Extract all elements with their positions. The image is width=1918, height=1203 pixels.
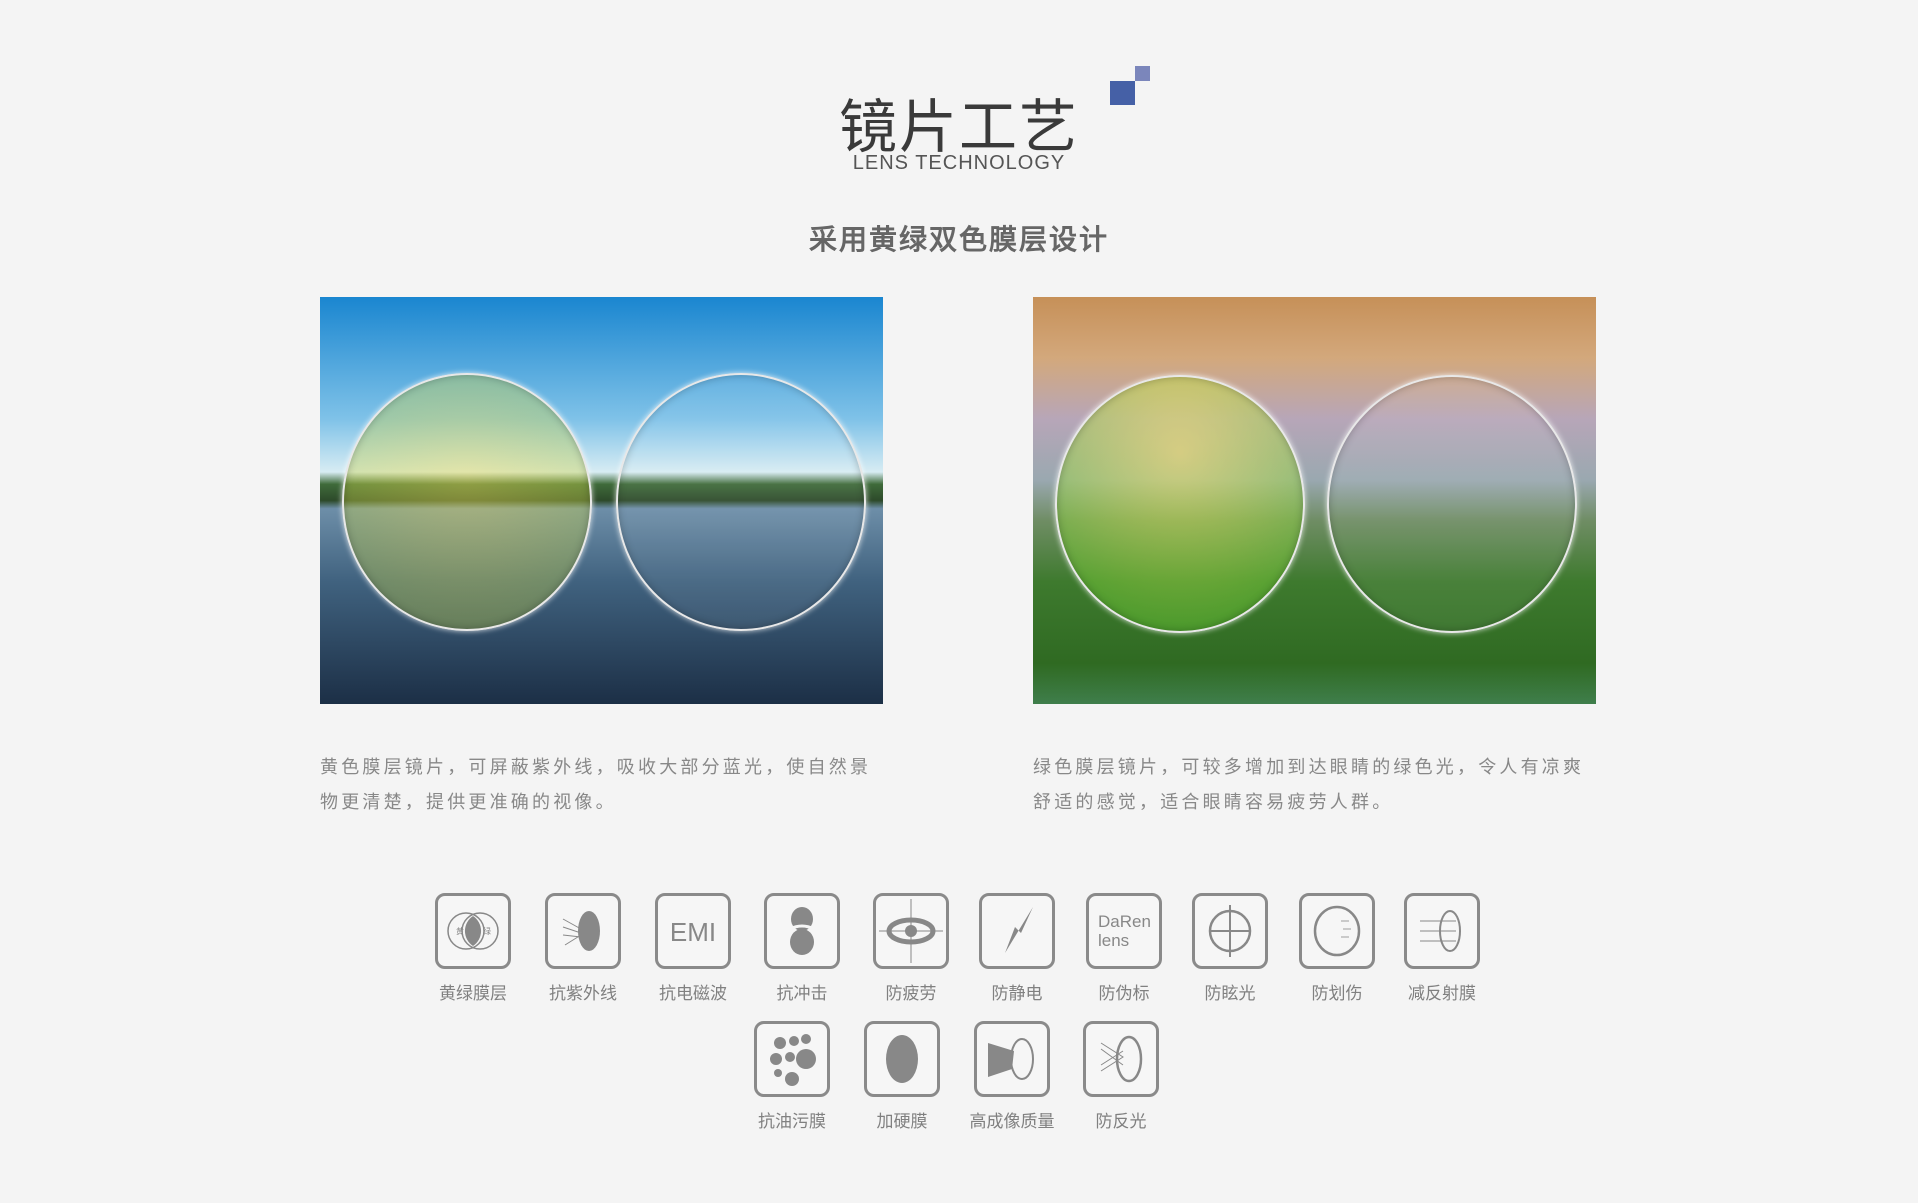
feature-label: 加硬膜 <box>876 1112 928 1132</box>
feature-label: 抗冲击 <box>776 984 828 1004</box>
svg-text:黄: 黄 <box>456 926 464 936</box>
feature-item: 防疲劳 <box>856 893 966 1004</box>
crosshair-icon <box>1192 893 1268 969</box>
svg-text:绿: 绿 <box>483 927 491 936</box>
feature-item: 黄绿黄绿膜层 <box>418 893 528 1004</box>
section-heading: 采用黄绿双色膜层设计 <box>808 223 1109 256</box>
green-lens-circle <box>1055 375 1305 633</box>
feature-item: 抗油污膜 <box>737 1021 847 1132</box>
yellow-lens-caption: 黄色膜层镜片，可屏蔽紫外线，吸收大部分蓝光，使自然景物更清楚，提供更准确的视像。 <box>320 757 872 813</box>
feature-item: 加硬膜 <box>847 1021 957 1132</box>
feature-item: 减反射膜 <box>1387 893 1497 1004</box>
imaging-icon <box>974 1021 1050 1097</box>
green-lens-caption: 绿色膜层镜片，可较多增加到达眼睛的绿色光，令人有凉爽舒适的感觉，适合眼睛容易疲劳… <box>1033 757 1585 813</box>
accent-square <box>1110 81 1135 105</box>
accent-square-small <box>1135 66 1150 81</box>
feature-item: 防划伤 <box>1282 893 1392 1004</box>
clear-lens-circle <box>1327 375 1577 633</box>
eye-icon <box>873 893 949 969</box>
feature-label: 防疲劳 <box>885 984 937 1004</box>
anti-reflection-icon <box>1404 893 1480 969</box>
feature-label: 防伪标 <box>1098 984 1150 1004</box>
feature-item: 抗冲击 <box>747 893 857 1004</box>
feature-item: 抗紫外线 <box>528 893 638 1004</box>
feature-label: 防眩光 <box>1204 984 1256 1004</box>
feature-item: 防反光 <box>1066 1021 1176 1132</box>
english-title: LENS TECHNOLOGY <box>852 152 1066 174</box>
lightning-icon <box>979 893 1055 969</box>
feature-label: 抗电磁波 <box>659 984 727 1004</box>
feature-item: 防眩光 <box>1175 893 1285 1004</box>
impact-icon <box>764 893 840 969</box>
feature-label: 抗紫外线 <box>549 984 617 1004</box>
feature-item: 防静电 <box>962 893 1072 1004</box>
feature-label: 防反光 <box>1095 1112 1147 1132</box>
svg-text:lens: lens <box>1098 931 1129 950</box>
svg-text:EMI: EMI <box>670 917 716 947</box>
brand-icon: DaRen lens <box>1086 893 1162 969</box>
feature-label: 防静电 <box>991 984 1043 1004</box>
yellow-lens-lake-photo <box>320 297 883 704</box>
feature-label: 防划伤 <box>1311 984 1363 1004</box>
scratch-icon <box>1299 893 1375 969</box>
uv-protection-icon <box>545 893 621 969</box>
feature-item: EMI 抗电磁波 <box>638 893 748 1004</box>
feature-label: 减反射膜 <box>1408 984 1476 1004</box>
clear-lens-circle <box>616 373 866 631</box>
yellow-green-lens-icon: 黄绿 <box>435 893 511 969</box>
emi-icon: EMI <box>655 893 731 969</box>
hard-coat-icon <box>864 1021 940 1097</box>
feature-label: 高成像质量 <box>969 1112 1055 1132</box>
feature-item: DaRen lens 防伪标 <box>1069 893 1179 1004</box>
anti-glare-icon <box>1083 1021 1159 1097</box>
yellow-lens-circle <box>342 373 592 631</box>
green-lens-city-photo <box>1033 297 1596 704</box>
feature-label: 抗油污膜 <box>758 1112 826 1132</box>
feature-label: 黄绿膜层 <box>439 984 507 1004</box>
svg-text:DaRen: DaRen <box>1098 912 1151 931</box>
oil-drops-icon <box>754 1021 830 1097</box>
feature-item: 高成像质量 <box>957 1021 1067 1132</box>
